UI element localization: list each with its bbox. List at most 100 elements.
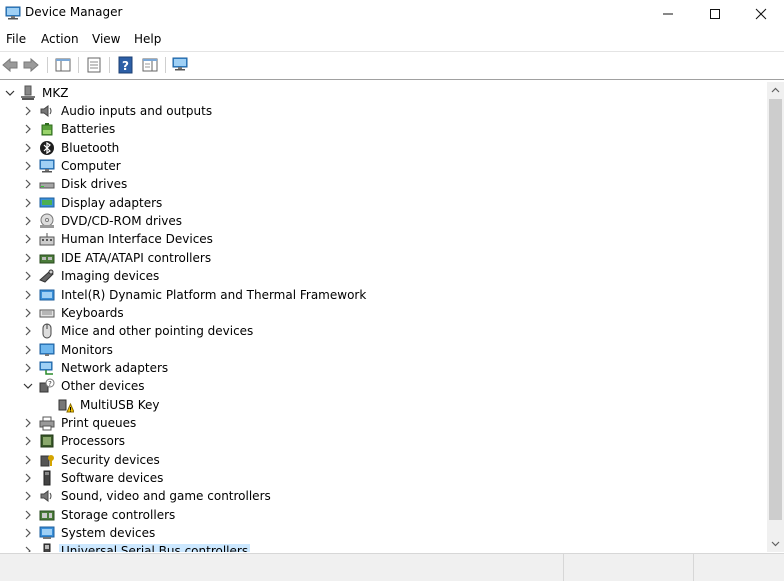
tree-category-item[interactable]: Sound, video and game controllers: [0, 487, 766, 505]
tree-category-item[interactable]: System devices: [0, 524, 766, 542]
minimize-button[interactable]: [645, 0, 691, 27]
tree-category-item[interactable]: Human Interface Devices: [0, 230, 766, 248]
tree-category-item[interactable]: Keyboards: [0, 304, 766, 322]
tree-category-item[interactable]: Universal Serial Bus controllers: [0, 542, 766, 552]
tree-item-label: Human Interface Devices: [61, 232, 213, 246]
tree-item-label: Display adapters: [61, 196, 163, 210]
chevron-right-icon[interactable]: [22, 435, 34, 447]
warning-device-icon: [58, 399, 74, 413]
tree-item-label: Keyboards: [61, 306, 124, 320]
tree-category-item[interactable]: Monitors: [0, 341, 766, 359]
scroll-thumb[interactable]: [769, 99, 782, 520]
action-pane-icon[interactable]: [141, 56, 159, 74]
chevron-right-icon[interactable]: [22, 362, 34, 374]
tree-item-label: Network adapters: [61, 361, 169, 375]
mouse-icon: [42, 323, 52, 339]
chevron-right-icon[interactable]: [22, 142, 34, 154]
scroll-up-button[interactable]: [767, 82, 784, 99]
menu-help[interactable]: Help: [134, 32, 161, 46]
tree-category-item[interactable]: DVD/CD-ROM drives: [0, 212, 766, 230]
tree-category-item[interactable]: Storage controllers: [0, 506, 766, 524]
chevron-right-icon[interactable]: [22, 307, 34, 319]
device-tree: MKZ Audio inputs and outputs Batteries Blu…: [0, 82, 766, 552]
storage-controller-icon: [39, 510, 55, 521]
tree-item-label: Universal Serial Bus controllers: [59, 544, 251, 552]
chevron-up-icon: [771, 87, 780, 93]
tree-category-item[interactable]: Computer: [0, 157, 766, 175]
chevron-down-icon: [771, 541, 780, 547]
chevron-down-icon[interactable]: [4, 87, 16, 99]
tree-category-item[interactable]: ? Other devices: [0, 377, 766, 395]
menu-view[interactable]: View: [92, 32, 120, 46]
tree-category-item[interactable]: Disk drives: [0, 175, 766, 193]
svg-text:?: ?: [122, 59, 129, 73]
help-icon[interactable]: ?: [117, 56, 135, 74]
tree-category-item[interactable]: Processors: [0, 432, 766, 450]
system-device-icon: [39, 526, 55, 539]
tree-category-item[interactable]: Display adapters: [0, 194, 766, 212]
vertical-scrollbar[interactable]: [767, 82, 784, 552]
software-device-icon: [43, 470, 51, 486]
device-manager-icon: [5, 6, 21, 20]
status-pane: [693, 554, 784, 581]
back-arrow-icon[interactable]: [1, 56, 19, 74]
chevron-right-icon[interactable]: [22, 344, 34, 356]
chevron-right-icon[interactable]: [22, 105, 34, 117]
tree-item-label: Bluetooth: [61, 141, 120, 155]
chevron-right-icon[interactable]: [22, 509, 34, 521]
bluetooth-icon: [40, 141, 54, 155]
chevron-right-icon[interactable]: [22, 178, 34, 190]
chevron-right-icon[interactable]: [22, 215, 34, 227]
tree-category-item[interactable]: Security devices: [0, 451, 766, 469]
chevron-right-icon[interactable]: [22, 325, 34, 337]
processor-icon: [40, 434, 54, 448]
chevron-right-icon[interactable]: [22, 270, 34, 282]
title-bar: Device Manager: [0, 0, 784, 27]
tree-category-item[interactable]: IDE ATA/ATAPI controllers: [0, 249, 766, 267]
tree-category-item[interactable]: Imaging devices: [0, 267, 766, 285]
tree-category-item[interactable]: Bluetooth: [0, 139, 766, 157]
chevron-right-icon[interactable]: [22, 123, 34, 135]
tree-category-item[interactable]: Software devices: [0, 469, 766, 487]
tree-category-item[interactable]: Batteries: [0, 120, 766, 138]
chevron-right-icon[interactable]: [22, 472, 34, 484]
tree-item-label: MultiUSB Key: [80, 398, 160, 412]
menu-action[interactable]: Action: [41, 32, 79, 46]
tree-item-label: DVD/CD-ROM drives: [61, 214, 183, 228]
chevron-right-icon[interactable]: [22, 233, 34, 245]
properties-icon[interactable]: [85, 56, 103, 74]
hid-icon: [39, 233, 55, 246]
minimize-icon: [663, 13, 673, 14]
window-title: Device Manager: [25, 5, 123, 19]
scroll-down-button[interactable]: [767, 535, 784, 552]
tree-device-item[interactable]: MultiUSB Key: [0, 396, 766, 414]
chevron-right-icon[interactable]: [22, 197, 34, 209]
tree-item-label: Batteries: [61, 122, 116, 136]
maximize-button[interactable]: [692, 0, 738, 27]
chevron-right-icon[interactable]: [22, 527, 34, 539]
maximize-icon: [710, 8, 720, 19]
close-button[interactable]: [738, 0, 784, 27]
tree-item-label: Other devices: [61, 379, 145, 393]
tree-root[interactable]: MKZ: [0, 84, 766, 102]
tree-category-item[interactable]: Network adapters: [0, 359, 766, 377]
chevron-right-icon[interactable]: [22, 454, 34, 466]
tree-item-label: Print queues: [61, 416, 137, 430]
tree-item-label: Audio inputs and outputs: [61, 104, 213, 118]
show-hide-console-tree-icon[interactable]: [54, 56, 72, 74]
tree-category-item[interactable]: Print queues: [0, 414, 766, 432]
tree-category-item[interactable]: Audio inputs and outputs: [0, 102, 766, 120]
chevron-right-icon[interactable]: [22, 289, 34, 301]
chevron-right-icon[interactable]: [22, 490, 34, 502]
chevron-right-icon[interactable]: [22, 252, 34, 264]
chevron-right-icon[interactable]: [22, 160, 34, 172]
chevron-right-icon[interactable]: [22, 545, 34, 552]
forward-arrow-icon[interactable]: [22, 56, 40, 74]
unknown-device-icon: ?: [39, 378, 55, 393]
chevron-down-icon[interactable]: [22, 380, 34, 392]
tree-category-item[interactable]: Mice and other pointing devices: [0, 322, 766, 340]
menu-file[interactable]: File: [6, 32, 26, 46]
chevron-right-icon[interactable]: [22, 417, 34, 429]
scan-hardware-changes-icon[interactable]: [172, 56, 190, 74]
tree-category-item[interactable]: Intel(R) Dynamic Platform and Thermal Fr…: [0, 286, 766, 304]
